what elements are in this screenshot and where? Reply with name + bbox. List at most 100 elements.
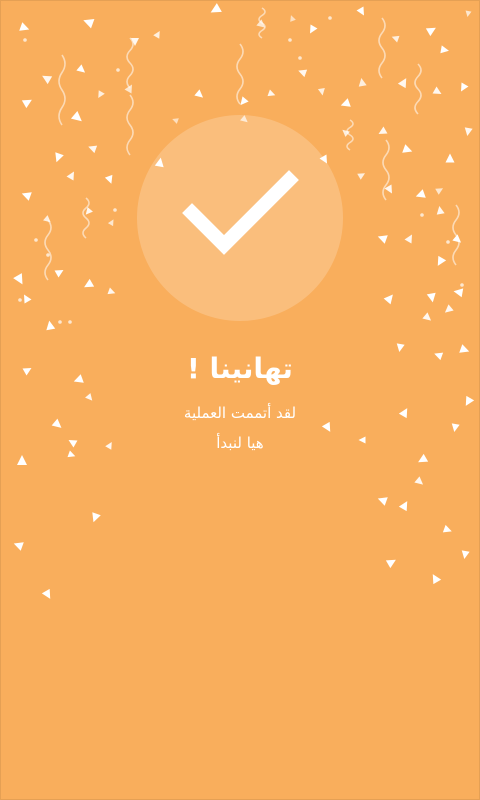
confetti-streamer [346, 119, 354, 151]
confetti-triangle [17, 455, 27, 465]
confetti-dot [288, 38, 292, 42]
confetti-triangle [451, 423, 460, 432]
confetti-dot [23, 38, 27, 42]
congrats-title: تهانينا ! [187, 352, 293, 385]
confetti-triangle [66, 171, 74, 181]
confetti-triangle [414, 476, 424, 485]
confetti-streamer [126, 94, 134, 156]
confetti-dot [298, 56, 302, 60]
confetti-streamer [452, 204, 460, 266]
confetti-triangle [21, 192, 32, 201]
confetti-triangle [377, 235, 388, 244]
confetti-dot [446, 240, 450, 244]
confetti-triangle [404, 234, 412, 244]
confetti-dot [58, 320, 62, 324]
confetti-triangle [397, 78, 407, 89]
confetti-triangle [391, 35, 400, 43]
confetti-triangle [356, 6, 364, 16]
confetti-triangle [317, 87, 325, 96]
confetti-triangle [358, 78, 367, 87]
confetti-dot [18, 298, 22, 302]
confetti-triangle [442, 524, 452, 533]
confetti-streamer [382, 139, 390, 201]
confetti-triangle [440, 45, 449, 54]
confetti-triangle [13, 542, 24, 551]
confetti-dot [420, 213, 424, 217]
confetti-streamer [236, 43, 244, 105]
confetti-triangle [385, 559, 396, 569]
confetti-triangle [453, 288, 464, 298]
confetti-dot [113, 208, 117, 212]
confetti-triangle [19, 22, 30, 31]
confetti-triangle [444, 304, 454, 313]
confetti-triangle [76, 64, 86, 73]
confetti-triangle [445, 153, 455, 163]
confetti-triangle [418, 453, 429, 463]
confetti-triangle [426, 292, 436, 303]
confetti-triangle [340, 98, 351, 107]
confetti-triangle [210, 3, 222, 13]
confetti-dot [68, 320, 72, 324]
confetti-triangle [402, 144, 413, 153]
confetti-triangle [461, 82, 469, 92]
confetti-triangle [432, 574, 442, 585]
confetti-triangle [425, 27, 436, 37]
confetti-triangle [436, 206, 445, 215]
confetti-triangle [437, 255, 447, 266]
confetti-dot [328, 16, 332, 20]
confetti-dot [46, 253, 50, 257]
confetti-streamer [414, 63, 422, 115]
start-link[interactable]: هيا لنبدأ [0, 434, 480, 452]
confetti-triangle [13, 273, 23, 285]
confetti-triangle [153, 30, 160, 39]
confetti-triangle [54, 270, 64, 278]
confetti-dot [460, 283, 464, 287]
success-screen: تهانينا ! لقد أتممت العملية هيا لنبدأ [0, 0, 480, 800]
confetti-triangle [321, 421, 331, 432]
confetti-streamer [378, 17, 386, 79]
confetti-triangle [107, 287, 116, 295]
confetti-triangle [383, 294, 393, 305]
confetti-streamer [58, 54, 66, 126]
confetti-triangle [70, 110, 82, 122]
confetti-triangle [465, 10, 472, 17]
confetti-triangle [42, 75, 53, 85]
confetti-triangle [85, 393, 93, 401]
confetti-triangle [398, 501, 408, 512]
success-badge [137, 115, 343, 321]
confetti-dot [34, 238, 38, 242]
confetti-triangle [194, 89, 204, 98]
confetti-streamer [44, 219, 52, 281]
confetti-triangle [107, 219, 114, 227]
confetti-triangle [92, 512, 101, 523]
confetti-triangle [377, 497, 388, 506]
confetti-triangle [357, 173, 366, 180]
confetti-triangle [55, 152, 64, 163]
confetti-triangle [41, 588, 51, 599]
confetti-triangle [88, 145, 98, 154]
confetti-triangle [464, 127, 473, 136]
completion-message: لقد أتممت العملية [183, 404, 297, 422]
confetti-triangle [21, 99, 32, 109]
confetti-streamer [126, 37, 134, 89]
confetti-triangle [98, 90, 105, 99]
confetti-triangle [310, 24, 318, 34]
confetti-triangle [432, 86, 442, 94]
confetti-triangle [290, 15, 296, 22]
confetti-triangle [422, 312, 432, 321]
confetti-triangle [46, 320, 56, 331]
confetti-triangle [298, 69, 308, 78]
confetti-streamer [82, 197, 90, 239]
confetti-triangle [435, 188, 444, 195]
confetti-dot [116, 68, 120, 72]
confetti-triangle [104, 174, 113, 184]
confetti-triangle [83, 19, 95, 29]
confetti-triangle [384, 184, 392, 194]
confetti-triangle [378, 126, 388, 134]
checkmark-icon [182, 170, 299, 255]
confetti-triangle [256, 19, 266, 28]
confetti-triangle [267, 89, 276, 97]
confetti-triangle [24, 294, 32, 304]
confetti-triangle [461, 550, 470, 559]
confetti-triangle [415, 189, 426, 198]
